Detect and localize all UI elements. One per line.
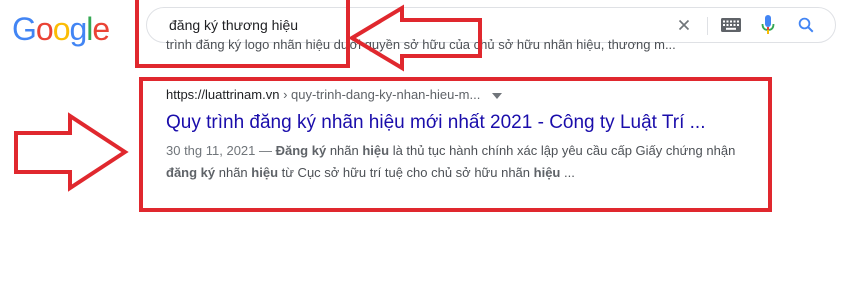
- chevron-down-icon[interactable]: [491, 92, 502, 99]
- mic-icon[interactable]: [761, 15, 775, 35]
- result-title[interactable]: Quy trình đăng ký nhãn hiệu mới nhất 202…: [166, 110, 766, 136]
- search-input[interactable]: [169, 17, 619, 33]
- right-pointing-arrow: [14, 112, 129, 192]
- logo-letter-e: e: [92, 11, 110, 47]
- logo-letter-g2: g: [69, 11, 87, 47]
- snippet-bold: đăng ký: [166, 165, 216, 180]
- snippet-bold: hiệu: [533, 165, 561, 180]
- search-result: https://luattrinam.vn › quy-trinh-dang-k…: [166, 86, 766, 184]
- google-logo[interactable]: Google: [12, 9, 110, 49]
- close-icon[interactable]: [675, 16, 693, 34]
- search-icon[interactable]: [797, 16, 815, 34]
- result-snippet: 30 thg 11, 2021 — Đăng ký nhãn hiệu là t…: [166, 140, 766, 184]
- logo-letter-g: G: [12, 11, 37, 47]
- snippet-text: ...: [560, 165, 575, 180]
- snippet-text: nhãn: [326, 143, 363, 158]
- snippet-bold: hiệu: [251, 165, 279, 180]
- keyboard-icon[interactable]: [721, 18, 741, 32]
- search-divider: [707, 17, 708, 35]
- result-url[interactable]: https://luattrinam.vn › quy-trinh-dang-k…: [166, 86, 766, 104]
- snippet-text: từ Cục sở hữu trí tuệ cho chủ sở hữu nhã…: [278, 165, 534, 180]
- logo-letter-o1: o: [35, 11, 54, 47]
- snippet-bold: Đăng ký: [275, 143, 327, 158]
- result-url-domain: https://luattrinam.vn: [166, 87, 280, 102]
- result-url-path: › quy-trinh-dang-ky-nhan-hieu-m...: [279, 87, 481, 102]
- snippet-text: là thủ tục hành chính xác lập yêu cầu cấ…: [389, 143, 736, 158]
- previous-result-snippet: trình đăng ký logo nhãn hiệu dưới quyền …: [166, 38, 676, 52]
- snippet-text: nhãn: [215, 165, 252, 180]
- result-date: 30 thg 11, 2021 —: [166, 143, 276, 158]
- logo-letter-o2: o: [52, 11, 71, 47]
- snippet-bold: hiệu: [362, 143, 390, 158]
